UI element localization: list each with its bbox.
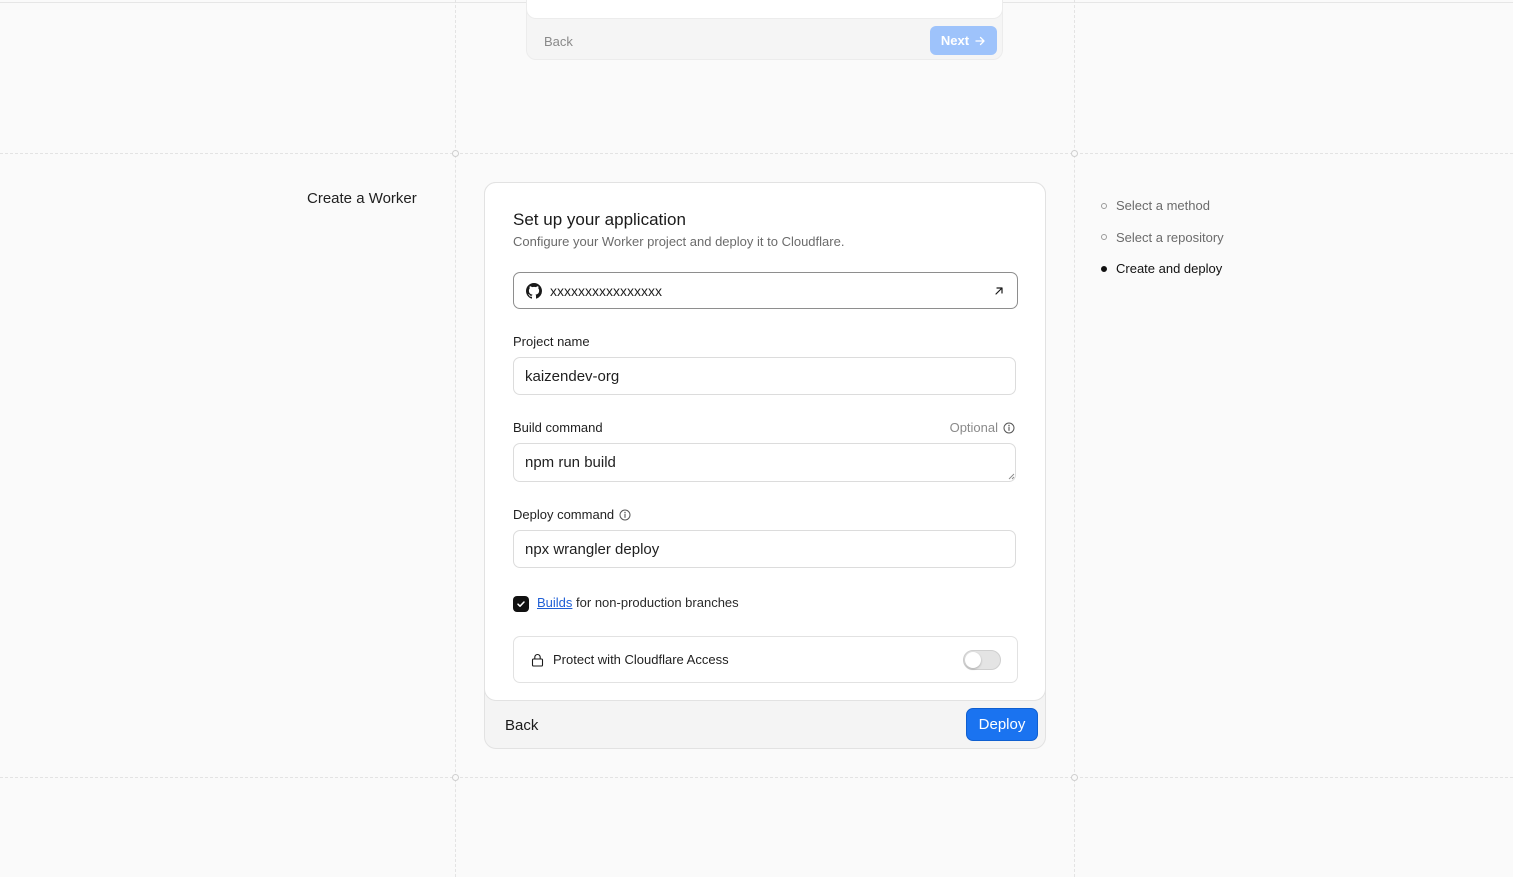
deploy-command-label: Deploy command [513,507,615,522]
optional-label: Optional [949,420,998,435]
back-button[interactable]: Back [505,717,538,734]
resize-handle-icon[interactable] [1008,473,1015,480]
step-select-method: Select a method [1101,190,1224,222]
guide-line [0,153,1513,154]
checkmark-icon [517,601,525,607]
guide-corner [452,774,459,781]
previous-step-card: Back Next [526,0,1003,60]
step-label: Create and deploy [1116,261,1223,277]
guide-line [0,777,1513,778]
page-heading: Create a Worker [307,190,417,207]
guide-corner [1071,150,1078,157]
deploy-command-input[interactable] [513,530,1016,568]
previous-step-content [526,0,1003,19]
lock-icon [531,653,544,667]
cloudflare-access-row: Protect with Cloudflare Access [513,636,1018,683]
optional-indicator: Optional [950,420,1015,435]
builds-link[interactable]: Builds [537,595,572,610]
builds-checkbox[interactable] [513,596,529,612]
project-name-label: Project name [513,334,590,349]
repository-name: xxxxxxxxxxxxxxxx [550,282,662,299]
step-dot-active [1101,265,1107,272]
guide-line [455,0,456,877]
deploy-button[interactable]: Deploy [966,708,1038,741]
project-name-input[interactable] [513,357,1016,395]
step-select-repository: Select a repository [1101,222,1224,254]
guide-corner [452,150,459,157]
build-command-input[interactable] [513,443,1016,482]
cloudflare-access-toggle[interactable] [963,649,1001,670]
arrow-right-icon [975,36,985,45]
cloudflare-access-label: Protect with Cloudflare Access [553,652,729,667]
guide-corner [1071,774,1078,781]
info-icon[interactable] [619,509,631,521]
step-create-and-deploy: Create and deploy [1101,253,1224,285]
previous-back-button[interactable]: Back [544,34,573,49]
next-label: Next [940,33,970,48]
step-label: Select a method [1116,198,1210,214]
setup-card-body: Set up your application Configure your W… [484,182,1046,701]
repository-selector[interactable]: xxxxxxxxxxxxxxxx [513,272,1018,309]
toggle-knob [965,651,981,668]
external-link-arrow-icon[interactable] [993,285,1005,297]
step-dot [1101,202,1107,209]
deploy-command-label-row: Deploy command [513,507,631,522]
card-subtitle: Configure your Worker project and deploy… [513,234,845,249]
builds-checkbox-label: for non-production branches [576,594,739,610]
previous-next-button[interactable]: Next [930,26,997,55]
step-dot [1101,234,1107,241]
setup-card: Set up your application Configure your W… [484,182,1046,749]
builds-checkbox-row: Builds for non-production branches [513,592,739,612]
github-icon [526,282,542,299]
info-icon[interactable] [1003,422,1015,434]
step-label: Select a repository [1116,229,1224,245]
card-title: Set up your application [513,210,686,229]
progress-stepper: Select a method Select a repository Crea… [1101,190,1224,285]
build-command-label: Build command [513,420,603,435]
guide-line [1074,0,1075,877]
